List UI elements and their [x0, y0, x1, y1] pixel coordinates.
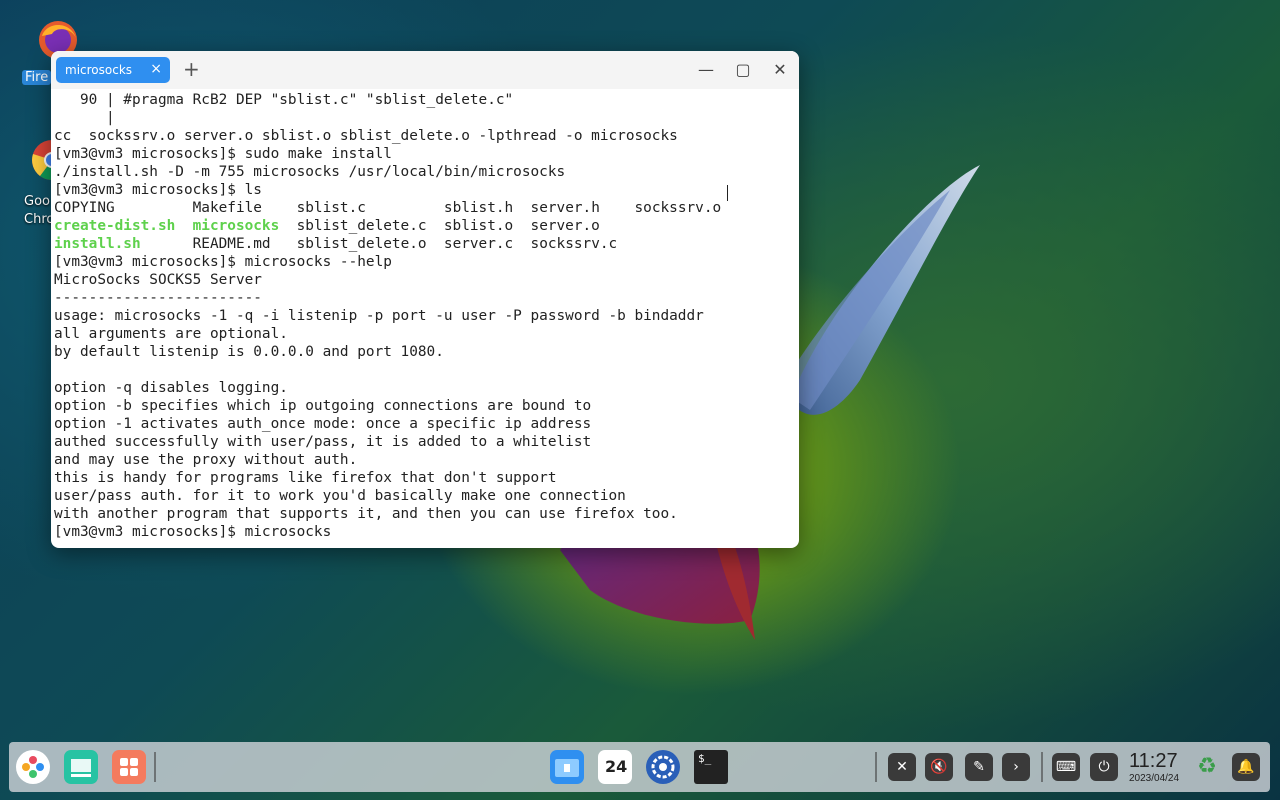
terminal-taskbar-button[interactable]: $_	[694, 750, 728, 784]
terminal-window[interactable]: microsocks × + — ▢ ✕ 90 | #pragma RcB2 D…	[51, 51, 799, 548]
terminal-line: [vm3@vm3 microsocks]$ microsocks	[54, 524, 332, 540]
settings-button[interactable]	[646, 750, 680, 784]
ls-entry: install.sh	[54, 236, 141, 252]
taskbar-separator	[1041, 752, 1043, 782]
close-button[interactable]: ✕	[770, 60, 790, 80]
ls-entry: server.c	[443, 236, 514, 252]
folder-icon	[555, 759, 579, 777]
terminal-line: create-dist.sh microsocks sblist_delete.…	[54, 217, 799, 235]
ls-entry: sblist.h	[443, 200, 514, 216]
maximize-button[interactable]: ▢	[733, 60, 753, 80]
keyboard-icon[interactable]: ⌨	[1052, 753, 1080, 781]
terminal-output[interactable]: 90 | #pragma RcB2 DEP "sblist.c" "sblist…	[54, 91, 799, 548]
terminal-icon: $_	[698, 752, 712, 765]
launcher-icon	[22, 756, 44, 778]
notification-bell-icon[interactable]: 🔔	[1232, 753, 1260, 781]
terminal-line: cc sockssrv.o server.o sblist.o sblist_d…	[54, 128, 678, 144]
tab-close-icon[interactable]: ×	[150, 61, 162, 77]
show-desktop-button[interactable]	[112, 750, 146, 784]
terminal-line: option -1 activates auth_once mode: once…	[54, 416, 592, 432]
taskbar-separator	[875, 752, 877, 782]
grid-icon	[120, 758, 138, 776]
multitask-icon	[71, 759, 91, 777]
file-manager-button[interactable]	[550, 750, 584, 784]
terminal-line: by default listenip is 0.0.0.0 and port …	[54, 344, 444, 360]
ls-entry: create-dist.sh	[54, 218, 176, 234]
terminal-line: this is handy for programs like firefox …	[54, 470, 557, 486]
terminal-line: [vm3@vm3 microsocks]$ ls	[54, 182, 262, 198]
terminal-line: option -q disables logging.	[54, 380, 288, 396]
volume-muted-icon[interactable]: 🔇	[925, 753, 953, 781]
minimize-button[interactable]: —	[696, 60, 716, 80]
gear-icon	[651, 755, 675, 779]
trash-icon[interactable]: ♻	[1193, 753, 1221, 781]
terminal-titlebar[interactable]: microsocks × + — ▢ ✕	[51, 51, 799, 89]
ls-entry: sblist_delete.c	[296, 218, 427, 234]
chrome-desktop-label: Goo Chro	[24, 194, 55, 227]
ls-entry: sblist.o	[443, 218, 514, 234]
firefox-desktop-label: Fire	[22, 70, 52, 85]
terminal-line: ------------------------	[54, 290, 262, 306]
mouse-ibeam-cursor	[727, 185, 730, 201]
terminal-line: ./install.sh -D -m 755 microsocks /usr/l…	[54, 164, 566, 180]
pen-input-icon[interactable]: ✎	[965, 753, 993, 781]
tab-microsocks[interactable]: microsocks ×	[56, 57, 170, 83]
ls-entry: sockssrv.o	[634, 200, 722, 216]
ls-entry: COPYING	[54, 200, 115, 216]
terminal-line: authed successfully with user/pass, it i…	[54, 434, 592, 450]
new-tab-button[interactable]: +	[183, 57, 200, 81]
terminal-line: user/pass auth. for it to work you'd bas…	[54, 488, 626, 504]
ls-entry: sblist.c	[296, 200, 366, 216]
terminal-line: COPYING Makefile sblist.c sblist.h serve…	[54, 199, 799, 217]
terminal-line: MicroSocks SOCKS5 Server	[54, 272, 262, 288]
terminal-line: [vm3@vm3 microsocks]$ sudo make install	[54, 146, 392, 162]
calendar-button[interactable]: 24	[598, 750, 632, 784]
ls-entry: server.o	[530, 218, 600, 234]
ls-entry: README.md	[192, 236, 271, 252]
ls-entry: server.h	[530, 200, 600, 216]
chevron-right-icon[interactable]: ›	[1002, 753, 1030, 781]
terminal-line: [vm3@vm3 microsocks]$ microsocks --help	[54, 254, 392, 270]
terminal-line: all arguments are optional.	[54, 326, 288, 342]
clock-time[interactable]: 11:27	[1129, 750, 1178, 773]
ls-entry: microsocks	[192, 218, 280, 234]
terminal-line: |	[54, 110, 115, 126]
ls-entry: Makefile	[192, 200, 262, 216]
terminal-line: install.sh README.md sblist_delete.o ser…	[54, 235, 799, 253]
calendar-day: 24	[605, 757, 628, 776]
network-disconnected-icon[interactable]: ✕	[888, 753, 916, 781]
terminal-line: with another program that supports it, a…	[54, 506, 678, 522]
taskbar-separator	[154, 752, 156, 782]
terminal-line: usage: microsocks -1 -q -i listenip -p p…	[54, 308, 704, 324]
terminal-line: option -b specifies which ip outgoing co…	[54, 398, 592, 414]
multitask-view-button[interactable]	[64, 750, 98, 784]
clock-date[interactable]: 2023/04/24	[1129, 773, 1179, 784]
terminal-line: and may use the proxy without auth.	[54, 452, 358, 468]
launcher-button[interactable]	[16, 750, 50, 784]
ls-entry: sblist_delete.o	[296, 236, 427, 252]
tab-label: microsocks	[65, 63, 133, 77]
ls-entry: sockssrv.c	[530, 236, 618, 252]
terminal-line: 90 | #pragma RcB2 DEP "sblist.c" "sblist…	[54, 92, 514, 108]
power-icon[interactable]: ⏻	[1090, 753, 1118, 781]
taskbar: 24 $_ ✕ 🔇 ✎ › ⌨ ⏻ 11:27 2023/04/24 ♻ 🔔	[9, 742, 1270, 792]
